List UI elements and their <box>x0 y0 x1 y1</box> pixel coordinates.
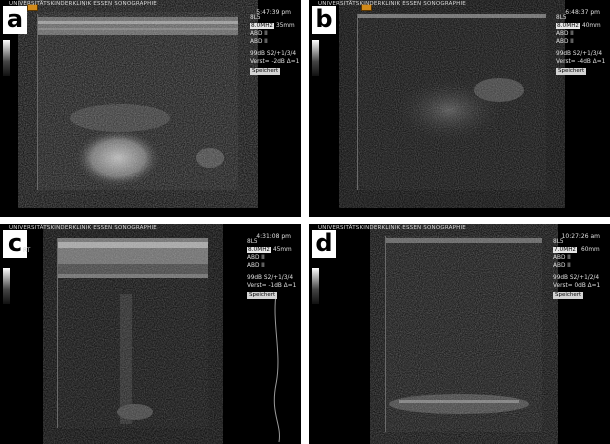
frequency-label: 8.0MHz <box>247 247 271 253</box>
panel-letter-a: a <box>3 6 27 34</box>
panel-letter-d: d <box>312 230 336 258</box>
ultrasound-panel-c: UNIVERSITÄTSKINDERKLINIK ESSEN SONOGRAPH… <box>0 224 301 444</box>
depth-scale <box>37 14 38 190</box>
gain-label: 99dB <box>553 275 569 281</box>
preset-label: ABD II <box>250 31 268 37</box>
s-setting-label: S2/+1/3/4 <box>266 51 297 57</box>
grayscale-bar <box>312 268 319 304</box>
ultrasound-panel-a: UNIVERSITÄTSKINDERKLINIK ESSEN SONOGRAPH… <box>0 0 301 217</box>
gain-label: 99dB <box>247 275 263 281</box>
delta-label: Δ=1 <box>283 283 297 289</box>
preset-label: ABD II <box>553 255 571 261</box>
depth-label: 60mm <box>581 247 600 253</box>
header-text: UNIVERSITÄTSKINDERKLINIK ESSEN SONOGRAPH… <box>9 225 157 231</box>
depth-scale <box>357 14 358 190</box>
preset-label: ABD II <box>553 263 571 269</box>
saved-badge: Speichert <box>556 68 587 75</box>
depth-label: 40mm <box>582 23 601 29</box>
delta-label: Δ=1 <box>286 59 300 65</box>
verst-label: Verst= -1dB <box>247 283 282 289</box>
saved-badge: Speichert <box>250 68 281 75</box>
depth-label: 45mm <box>273 247 292 253</box>
s-setting-label: S2/+1/3/4 <box>263 275 294 281</box>
scan-parameters: 8L5 8.0MHz 40mm ABD II ABD II 99dB S2/+1/… <box>556 14 605 75</box>
frequency-label: 8.0MHz <box>250 23 274 29</box>
depth-scale <box>385 236 386 432</box>
frequency-label: 7.0MHz <box>553 247 577 253</box>
probe-label: 8L5 <box>556 15 567 21</box>
grayscale-bar <box>3 40 10 76</box>
saved-badge: Speichert <box>247 292 278 299</box>
preset-label: ABD II <box>250 39 268 45</box>
preset-label: ABD II <box>556 31 574 37</box>
preset-label: ABD II <box>247 263 265 269</box>
scan-parameters: 8L5 7.0MHz 60mm ABD II ABD II 99dB S2/+1/… <box>553 238 600 299</box>
gain-label: 99dB <box>556 51 572 57</box>
depth-label: 35mm <box>276 23 295 29</box>
preset-label: ABD II <box>247 255 265 261</box>
header-text: UNIVERSITÄTSKINDERKLINIK ESSEN SONOGRAPH… <box>9 1 157 7</box>
grayscale-bar <box>312 40 319 76</box>
probe-label: 8L5 <box>247 239 258 245</box>
gain-label: 99dB <box>250 51 266 57</box>
verst-label: Verst= 0dB <box>553 283 586 289</box>
ultrasound-panel-b: UNIVERSITÄTSKINDERKLINIK ESSEN SONOGRAPH… <box>309 0 610 217</box>
header-text: UNIVERSITÄTSKINDERKLINIK ESSEN SONOGRAPH… <box>318 1 466 7</box>
panel-letter-b: b <box>312 6 336 34</box>
probe-label: 8L5 <box>250 15 261 21</box>
rt-label: RT <box>23 247 31 254</box>
scan-parameters: 8L5 8.0MHz 35mm ABD II ABD II 99dB S2/+1/… <box>250 14 299 75</box>
delta-label: Δ=1 <box>587 283 601 289</box>
delta-label: Δ=1 <box>592 59 606 65</box>
header-text: UNIVERSITÄTSKINDERKLINIK ESSEN SONOGRAPH… <box>318 225 466 231</box>
ultrasound-panel-d: UNIVERSITÄTSKINDERKLINIK ESSEN SONOGRAPH… <box>309 224 610 444</box>
saved-badge: Speichert <box>553 292 584 299</box>
frequency-label: 8.0MHz <box>556 23 580 29</box>
s-setting-label: S2/+1/3/4 <box>572 51 603 57</box>
preset-label: ABD II <box>556 39 574 45</box>
grayscale-bar <box>3 268 10 304</box>
verst-label: Verst= -2dB <box>250 59 285 65</box>
s-setting-label: S2/+1/2/4 <box>569 275 600 281</box>
verst-label: Verst= -4dB <box>556 59 591 65</box>
probe-label: 8L5 <box>553 239 564 245</box>
scan-parameters: 8L5 8.0MHz 45mm ABD II ABD II 99dB S2/+1/… <box>247 238 296 299</box>
depth-scale <box>57 238 58 428</box>
